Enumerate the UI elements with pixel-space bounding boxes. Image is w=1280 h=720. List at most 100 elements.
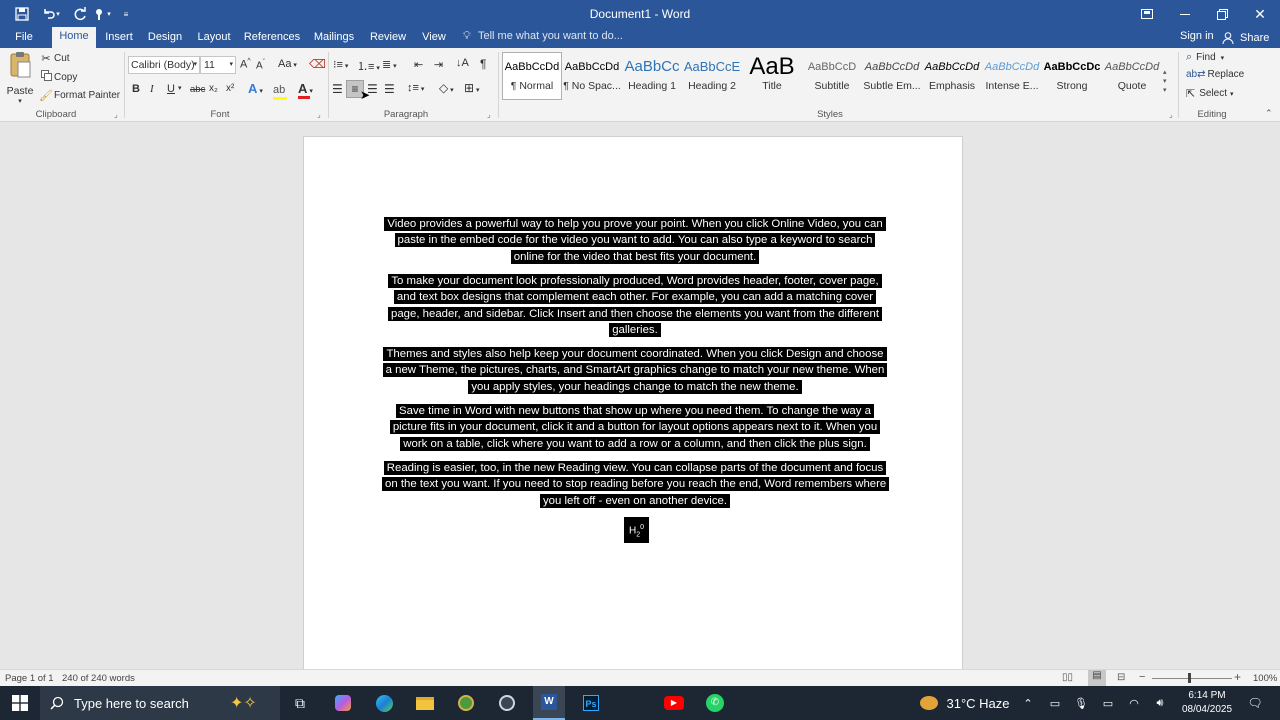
- style-emphasis[interactable]: AaBbCcDd Emphasis: [923, 54, 981, 98]
- windows-start-icon[interactable]: [0, 686, 40, 720]
- photoshop-app-icon[interactable]: Ps: [575, 686, 607, 720]
- multilevel-list-icon[interactable]: ≣ ▾: [382, 58, 397, 71]
- format-painter-button[interactable]: 🖌︎ Format Painter: [39, 89, 120, 102]
- bold-button[interactable]: B: [132, 83, 140, 95]
- zoom-slider[interactable]: [1152, 678, 1232, 679]
- print-layout-icon[interactable]: ▤: [1088, 670, 1106, 686]
- borders-icon[interactable]: ⊞ ▾: [464, 81, 480, 95]
- collapse-ribbon-icon[interactable]: ⌃: [1265, 108, 1273, 119]
- tell-me-input[interactable]: Tell me what you want to do...: [478, 30, 623, 42]
- tab-references[interactable]: References: [240, 28, 304, 48]
- undo-icon[interactable]: ▾: [38, 0, 64, 28]
- style-normal[interactable]: AaBbCcDd ¶ Normal: [503, 54, 561, 98]
- clipboard-launcher-icon[interactable]: ⌟: [114, 110, 118, 119]
- find-button[interactable]: ⌕ Find ▾: [1186, 51, 1224, 64]
- chevron-down-icon[interactable]: ▾: [178, 84, 182, 92]
- copy-button[interactable]: Copy: [39, 70, 77, 84]
- restore-icon[interactable]: [1207, 0, 1237, 28]
- clock-app-icon[interactable]: [492, 686, 522, 720]
- bullets-icon[interactable]: ⁝≡ ▾: [333, 58, 348, 71]
- tab-home[interactable]: Home: [52, 27, 96, 48]
- minimize-icon[interactable]: [1170, 0, 1200, 28]
- volume-icon[interactable]: 🔊︎: [1150, 686, 1170, 720]
- numbering-icon[interactable]: ⒈≡ ▾: [357, 58, 380, 74]
- underline-button[interactable]: U: [167, 83, 175, 95]
- text-effects-icon[interactable]: A ▾: [248, 81, 263, 96]
- word-count[interactable]: 240 of 240 words: [62, 673, 135, 684]
- clock[interactable]: 6:14 PM 08/04/2025: [1176, 689, 1238, 717]
- whatsapp-app-icon[interactable]: ✆: [699, 686, 731, 720]
- subscript-button[interactable]: x₂: [209, 83, 218, 94]
- formula-text[interactable]: H20: [624, 517, 649, 543]
- battery-icon[interactable]: ▭: [1098, 686, 1118, 720]
- replace-button[interactable]: ab⇄ Replace: [1186, 69, 1244, 80]
- tab-view[interactable]: View: [416, 28, 452, 48]
- copilot-app-icon[interactable]: [328, 686, 358, 720]
- weather-widget[interactable]: 31°C Haze: [910, 686, 1020, 720]
- font-name-dropdown[interactable]: Calibri (Body) ▾: [128, 56, 200, 74]
- justify-icon[interactable]: ☰: [384, 82, 395, 96]
- highlight-color-button[interactable]: ab: [273, 80, 295, 100]
- paste-button[interactable]: Paste ▾: [6, 50, 34, 106]
- style-strong[interactable]: AaBbCcDc Strong: [1043, 54, 1101, 98]
- touch-mode-icon[interactable]: ▾: [90, 0, 114, 28]
- word-app-icon[interactable]: W: [533, 686, 565, 720]
- tab-mailings[interactable]: Mailings: [308, 28, 360, 48]
- tab-file[interactable]: File: [8, 28, 40, 48]
- italic-button[interactable]: I: [150, 83, 154, 95]
- zoom-out-icon[interactable]: −: [1139, 671, 1145, 683]
- task-view-icon[interactable]: ⧉: [286, 686, 314, 720]
- font-color-button[interactable]: A ▾: [298, 80, 320, 99]
- tab-insert[interactable]: Insert: [100, 28, 138, 48]
- page-count[interactable]: Page 1 of 1: [5, 673, 54, 684]
- taskbar-search-box[interactable]: Type here to search ✦✧: [40, 686, 280, 720]
- tab-review[interactable]: Review: [364, 28, 412, 48]
- customize-qat-icon[interactable]: ≡: [117, 0, 135, 28]
- font-launcher-icon[interactable]: ⌟: [317, 110, 321, 119]
- style-title[interactable]: AaB Title: [743, 54, 801, 98]
- close-icon[interactable]: ✕: [1245, 0, 1275, 28]
- style-quote[interactable]: AaBbCcDd Quote: [1103, 54, 1161, 98]
- style-heading-2[interactable]: AaBbCcE Heading 2: [683, 54, 741, 98]
- grow-font-button[interactable]: A^: [240, 58, 251, 71]
- select-button[interactable]: ⇱ Select ▾: [1186, 87, 1234, 100]
- style-heading-1[interactable]: AaBbCc Heading 1: [623, 54, 681, 98]
- meet-now-icon[interactable]: ▭: [1045, 686, 1065, 720]
- wifi-icon[interactable]: ◠: [1124, 686, 1144, 720]
- read-mode-icon[interactable]: ▯▯: [1062, 672, 1073, 683]
- share-button[interactable]: Share: [1222, 29, 1269, 47]
- tab-layout[interactable]: Layout: [192, 28, 236, 48]
- styles-launcher-icon[interactable]: ⌟: [1169, 110, 1173, 119]
- change-case-button[interactable]: Aa ▾: [278, 58, 297, 70]
- notifications-icon[interactable]: 🗨︎: [1242, 686, 1268, 720]
- align-left-icon[interactable]: ☰: [332, 82, 343, 96]
- shading-icon[interactable]: ◇ ▾: [439, 81, 454, 95]
- superscript-button[interactable]: x²: [226, 83, 234, 94]
- web-layout-icon[interactable]: ⊟: [1117, 672, 1125, 683]
- paragraph-3[interactable]: Themes and styles also help keep your do…: [382, 346, 888, 395]
- edge-browser-icon[interactable]: [369, 686, 399, 720]
- paragraph-launcher-icon[interactable]: ⌟: [487, 110, 491, 119]
- strikethrough-button[interactable]: abc: [190, 84, 205, 95]
- decrease-indent-icon[interactable]: ⇤: [414, 58, 423, 71]
- paragraph-4[interactable]: Save time in Word with new buttons that …: [382, 403, 888, 452]
- styles-scroll-icon[interactable]: ▴ ▾ ▾: [1163, 68, 1167, 95]
- zoom-level[interactable]: 100%: [1253, 673, 1277, 684]
- paragraph-2[interactable]: To make your document look professionall…: [382, 273, 888, 338]
- line-spacing-icon[interactable]: ↕≡ ▾: [407, 82, 424, 94]
- tab-design[interactable]: Design: [142, 28, 188, 48]
- microphone-icon[interactable]: 🎙︎: [1071, 686, 1091, 720]
- youtube-app-icon[interactable]: ▶: [658, 686, 690, 720]
- zoom-in-icon[interactable]: +: [1234, 670, 1241, 684]
- sort-icon[interactable]: ↓A: [456, 57, 469, 69]
- cut-button[interactable]: ✂ Cut: [39, 52, 69, 65]
- save-icon[interactable]: [8, 0, 36, 28]
- shrink-font-button[interactable]: Aˇ: [256, 59, 265, 71]
- paragraph-5[interactable]: Reading is easier, too, in the new Readi…: [382, 460, 890, 509]
- clear-formatting-icon[interactable]: ⌫: [309, 57, 326, 71]
- style-subtitle[interactable]: AaBbCcD Subtitle: [803, 54, 861, 98]
- font-size-dropdown[interactable]: 11 ▾: [200, 56, 236, 74]
- file-explorer-icon[interactable]: [410, 686, 440, 720]
- style-no-spac[interactable]: AaBbCcDd ¶ No Spac...: [563, 54, 621, 98]
- app-globe-icon[interactable]: [451, 686, 481, 720]
